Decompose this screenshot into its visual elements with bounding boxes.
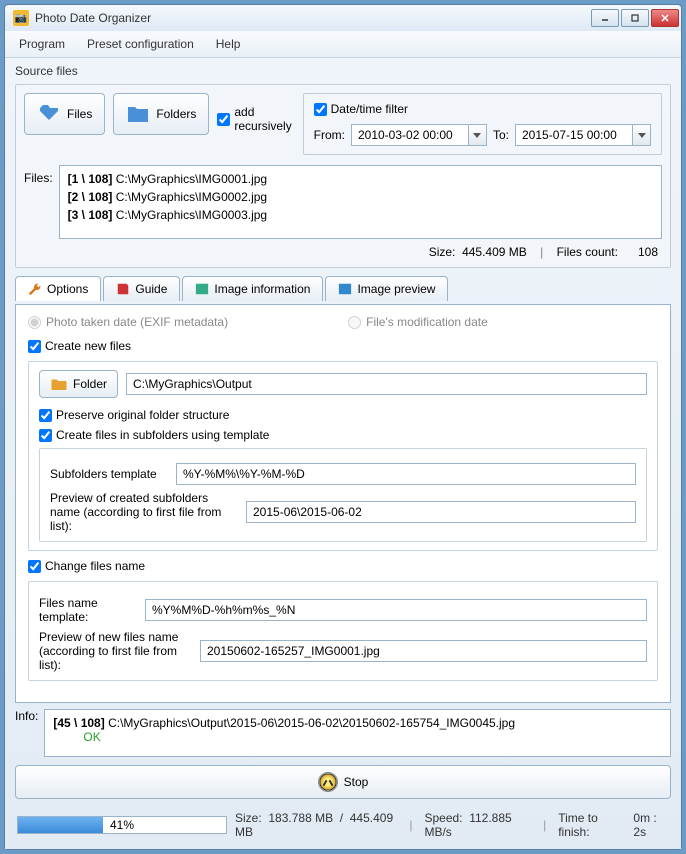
filename-preview-label: Preview of new files name (according to … — [39, 630, 194, 672]
source-files-label: Source files — [15, 64, 671, 78]
source-stats: Size: 445.409 MB | Files count: 108 — [24, 239, 662, 259]
subfolders-template-input[interactable] — [176, 463, 636, 485]
window-title: Photo Date Organizer — [35, 11, 591, 25]
create-new-files-checkbox[interactable]: Create new files — [28, 339, 658, 353]
menubar: Program Preset configuration Help — [5, 31, 681, 58]
output-folder-input[interactable] — [126, 373, 647, 395]
info-label: Info: — [15, 709, 38, 757]
files-list-label: Files: — [24, 171, 53, 239]
maximize-button[interactable] — [621, 9, 649, 27]
change-files-name-checkbox[interactable]: Change files name — [28, 559, 658, 573]
from-date-input[interactable] — [351, 124, 487, 146]
info-line: [45 \ 108] C:\MyGraphics\Output\2015-06\… — [53, 716, 662, 730]
filename-template-input[interactable] — [145, 599, 647, 621]
info-box[interactable]: [45 \ 108] C:\MyGraphics\Output\2015-06\… — [44, 709, 671, 757]
from-label: From: — [314, 128, 345, 142]
status-bar: 41% Size: 183.788 MB / 445.409 MB | Spee… — [15, 807, 671, 843]
app-icon: 📷 — [13, 10, 29, 26]
minimize-button[interactable] — [591, 9, 619, 27]
subfolders-preview-input[interactable] — [246, 501, 636, 523]
files-listbox[interactable]: [1 \ 108] C:\MyGraphics\IMG0001.jpg [2 \… — [59, 165, 662, 239]
to-label: To: — [493, 128, 509, 142]
files-button-label: Files — [67, 107, 92, 121]
content: Source files Files Folders add recursive… — [5, 58, 681, 849]
options-panel: Photo taken date (EXIF metadata) File's … — [15, 304, 671, 703]
date-filter-checkbox[interactable]: Date/time filter — [314, 102, 651, 116]
tab-options[interactable]: Options — [15, 276, 101, 301]
radio-modification[interactable]: File's modification date — [348, 315, 488, 329]
source-panel: Files Folders add recursively Date/time … — [15, 84, 671, 268]
list-item[interactable]: [2 \ 108] C:\MyGraphics\IMG0002.jpg — [68, 188, 653, 206]
image-preview-icon — [338, 282, 352, 296]
menu-program[interactable]: Program — [15, 35, 69, 53]
folder-open-icon — [50, 375, 68, 393]
menu-help[interactable]: Help — [212, 35, 245, 53]
files-button[interactable]: Files — [24, 93, 105, 135]
close-button[interactable] — [651, 9, 679, 27]
to-date-input[interactable] — [515, 124, 651, 146]
from-dropdown-icon[interactable] — [469, 124, 487, 146]
subfolders-template-label: Subfolders template — [50, 467, 170, 481]
image-info-icon — [195, 282, 209, 296]
folders-button[interactable]: Folders — [113, 93, 209, 135]
folders-button-label: Folders — [156, 107, 196, 121]
radio-exif[interactable]: Photo taken date (EXIF metadata) — [28, 315, 228, 329]
radiation-icon — [318, 772, 338, 792]
to-dropdown-icon[interactable] — [633, 124, 651, 146]
info-status: OK — [83, 730, 662, 744]
wrench-icon — [28, 282, 42, 296]
filename-template-label: Files name template: — [39, 596, 139, 624]
tab-image-info[interactable]: Image information — [182, 276, 323, 301]
tab-guide[interactable]: Guide — [103, 276, 180, 301]
menu-preset[interactable]: Preset configuration — [83, 35, 198, 53]
subfolders-template-checkbox[interactable]: Create files in subfolders using templat… — [39, 428, 647, 442]
folders-icon — [126, 102, 150, 126]
files-icon — [37, 102, 61, 126]
book-icon — [116, 282, 130, 296]
list-item[interactable]: [3 \ 108] C:\MyGraphics\IMG0003.jpg — [68, 206, 653, 224]
tab-image-preview[interactable]: Image preview — [325, 276, 448, 301]
subfolders-preview-label: Preview of created subfolders name (acco… — [50, 491, 240, 533]
preserve-structure-checkbox[interactable]: Preserve original folder structure — [39, 408, 647, 422]
add-recursively-checkbox[interactable]: add recursively — [217, 105, 294, 133]
progress-percent: 41% — [18, 817, 226, 833]
date-filter-panel: Date/time filter From: To: — [303, 93, 662, 155]
tab-bar: Options Guide Image information Image pr… — [15, 276, 671, 301]
stop-button[interactable]: Stop — [15, 765, 671, 799]
progress-bar: 41% — [17, 816, 227, 834]
app-window: 📷 Photo Date Organizer Program Preset co… — [4, 4, 682, 850]
titlebar[interactable]: 📷 Photo Date Organizer — [5, 5, 681, 31]
output-folder-button[interactable]: Folder — [39, 370, 118, 398]
list-item[interactable]: [1 \ 108] C:\MyGraphics\IMG0001.jpg — [68, 170, 653, 188]
filename-preview-input[interactable] — [200, 640, 647, 662]
